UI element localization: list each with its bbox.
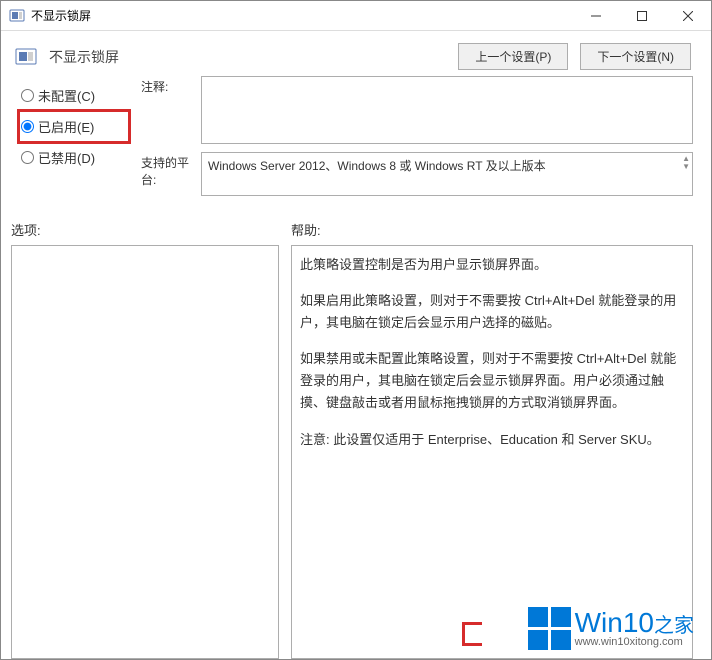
policy-icon [9, 8, 25, 24]
radio-not-configured-input[interactable] [21, 89, 34, 102]
body-row: 选项: 帮助: 此策略设置控制是否为用户显示锁屏界面。 如果启用此策略设置，则对… [1, 208, 711, 659]
maximize-button[interactable] [619, 1, 665, 30]
minimize-button[interactable] [573, 1, 619, 30]
close-button[interactable] [665, 1, 711, 30]
supported-platform-box[interactable]: Windows Server 2012、Windows 8 或 Windows … [201, 152, 693, 196]
help-paragraph: 如果禁用或未配置此策略设置，则对于不需要按 Ctrl+Alt+Del 就能登录的… [300, 348, 684, 414]
options-panel[interactable] [11, 245, 279, 659]
radio-disabled-label: 已禁用(D) [38, 148, 95, 167]
watermark-brand: Win10 [575, 607, 654, 638]
window-title: 不显示锁屏 [31, 7, 573, 24]
options-column: 选项: [11, 214, 279, 659]
help-label: 帮助: [291, 214, 693, 245]
help-paragraph: 注意: 此设置仅适用于 Enterprise、Education 和 Serve… [300, 429, 684, 451]
platform-spinner[interactable]: ▲ ▼ [682, 155, 690, 171]
watermark-text: Win10之家 www.win10xitong.com [575, 609, 694, 648]
toolbar: 不显示锁屏 上一个设置(P) 下一个设置(N) [1, 31, 711, 76]
platform-value: Windows Server 2012、Windows 8 或 Windows … [208, 159, 546, 173]
radio-not-configured[interactable]: 未配置(C) [19, 80, 129, 111]
platform-field: 支持的平台: Windows Server 2012、Windows 8 或 W… [141, 152, 693, 196]
chevron-down-icon[interactable]: ▼ [682, 163, 690, 171]
windows-logo-icon [528, 607, 571, 650]
radio-enabled[interactable]: 已启用(E) [19, 111, 129, 142]
platform-label: 支持的平台: [141, 152, 201, 188]
radio-disabled-input[interactable] [21, 151, 34, 164]
comment-field: 注释: [141, 76, 693, 144]
help-panel[interactable]: 此策略设置控制是否为用户显示锁屏界面。 如果启用此策略设置，则对于不需要按 Ct… [291, 245, 693, 659]
options-label: 选项: [11, 214, 279, 245]
help-column: 帮助: 此策略设置控制是否为用户显示锁屏界面。 如果启用此策略设置，则对于不需要… [291, 214, 693, 659]
policy-icon-large [15, 46, 37, 68]
config-right-column: 注释: 支持的平台: Windows Server 2012、Windows 8… [141, 76, 693, 204]
window-controls [573, 1, 711, 30]
help-paragraph: 此策略设置控制是否为用户显示锁屏界面。 [300, 254, 684, 276]
toolbar-title: 不显示锁屏 [49, 47, 446, 67]
radio-enabled-input[interactable] [21, 120, 34, 133]
ok-button-highlight-fragment [462, 622, 482, 646]
state-radio-group: 未配置(C) 已启用(E) 已禁用(D) [19, 76, 129, 204]
comment-label: 注释: [141, 76, 201, 95]
help-paragraph: 如果启用此策略设置，则对于不需要按 Ctrl+Alt+Del 就能登录的用户，其… [300, 290, 684, 334]
radio-enabled-label: 已启用(E) [38, 117, 94, 136]
next-setting-button[interactable]: 下一个设置(N) [580, 43, 691, 70]
watermark-suffix: 之家 [654, 615, 694, 637]
titlebar: 不显示锁屏 [1, 1, 711, 31]
watermark: Win10之家 www.win10xitong.com [528, 607, 694, 650]
previous-setting-button[interactable]: 上一个设置(P) [458, 43, 568, 70]
radio-not-configured-label: 未配置(C) [38, 86, 95, 105]
policy-editor-window: 不显示锁屏 不显示锁屏 上一个设置(P) 下一个设置(N) 未配置(C) [0, 0, 712, 660]
radio-disabled[interactable]: 已禁用(D) [19, 142, 129, 173]
config-row: 未配置(C) 已启用(E) 已禁用(D) 注释: 支持的平台: Windows … [1, 76, 711, 208]
watermark-url: www.win10xitong.com [575, 637, 694, 648]
comment-textarea[interactable] [201, 76, 693, 144]
